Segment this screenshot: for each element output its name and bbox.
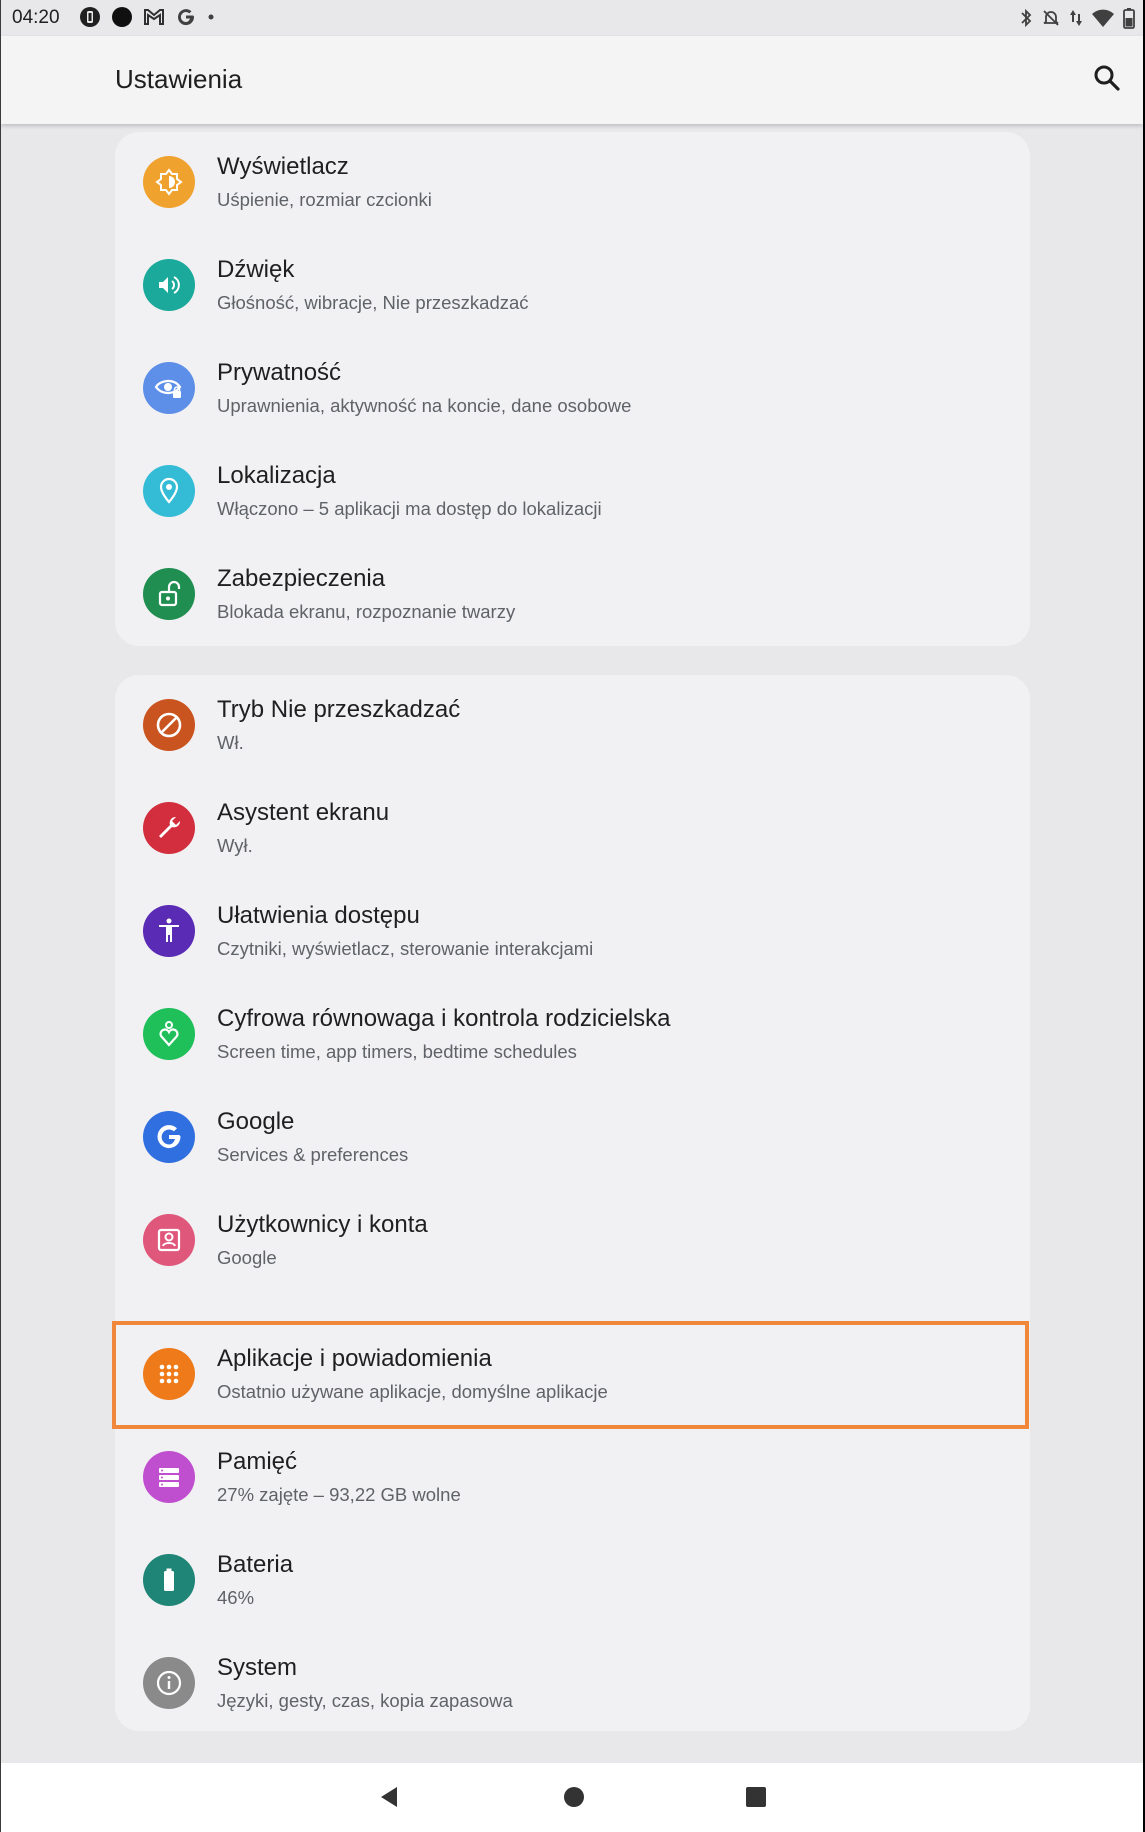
setting-summary: 46%: [217, 1587, 255, 1608]
brightness-icon: [143, 156, 195, 208]
setting-label: Lokalizacja: [217, 462, 336, 489]
setting-summary: Blokada ekranu, rozpoznanie twarzy: [217, 601, 516, 622]
unlock-icon: [143, 568, 195, 620]
setting-label: System: [217, 1654, 298, 1681]
data-arrows-icon: [1069, 8, 1083, 33]
setting-battery[interactable]: Bateria 46%: [115, 1530, 1030, 1633]
do-not-disturb-icon: [143, 699, 195, 751]
setting-label: Użytkownicy i konta: [217, 1211, 428, 1238]
setting-label: Tryb Nie przeszkadzać: [217, 696, 461, 723]
wellbeing-heart-icon: [143, 1008, 195, 1060]
setting-display[interactable]: Wyświetlacz Uśpienie, rozmiar czcionki: [115, 132, 1030, 235]
setting-google[interactable]: Google Services & preferences: [115, 1087, 1030, 1190]
setting-screen-assistant[interactable]: Asystent ekranu Wył.: [115, 778, 1030, 881]
setting-label: Ułatwienia dostępu: [217, 902, 420, 929]
setting-apps-notifications[interactable]: Aplikacje i powiadomienia Ostatnio używa…: [115, 1321, 1030, 1427]
setting-storage[interactable]: Pamięć 27% zajęte – 93,22 GB wolne: [115, 1427, 1030, 1530]
do-not-disturb-bell-icon: [1041, 8, 1061, 33]
circle-icon: [111, 6, 133, 33]
status-right-icons: [1019, 7, 1135, 34]
setting-summary: 27% zajęte – 93,22 GB wolne: [217, 1484, 461, 1505]
setting-summary: Wył.: [217, 835, 253, 856]
status-bar: 04:20: [1, 0, 1143, 36]
battery-full-icon: [143, 1554, 195, 1606]
setting-summary: Services & preferences: [217, 1144, 409, 1165]
back-icon[interactable]: [377, 1785, 401, 1814]
recents-icon[interactable]: [744, 1785, 768, 1814]
setting-label: Cyfrowa równowaga i kontrola rodzicielsk…: [217, 1005, 671, 1032]
navigation-bar: [1, 1763, 1143, 1832]
search-icon[interactable]: [1089, 60, 1125, 96]
setting-sound[interactable]: Dźwięk Głośność, wibracje, Nie przeszkad…: [115, 235, 1030, 338]
home-icon[interactable]: [562, 1785, 586, 1814]
setting-summary: Google: [217, 1247, 277, 1268]
page-title: Ustawienia: [115, 64, 243, 94]
setting-label: Prywatność: [217, 359, 342, 386]
battery-saver-icon: [79, 6, 101, 33]
apps-grid-icon: [143, 1348, 195, 1400]
setting-label: Pamięć: [217, 1448, 298, 1475]
setting-summary: Wł.: [217, 732, 244, 753]
setting-summary: Uprawnienia, aktywność na koncie, dane o…: [217, 395, 632, 416]
status-time: 04:20: [12, 7, 60, 28]
setting-label: Aplikacje i powiadomienia: [217, 1345, 492, 1372]
apps-row-content: Aplikacje i powiadomienia Ostatnio używa…: [115, 1321, 1030, 1427]
battery-icon: [1123, 7, 1135, 34]
setting-label: Wyświetlacz: [217, 153, 349, 180]
setting-do-not-disturb[interactable]: Tryb Nie przeszkadzać Wł.: [115, 675, 1030, 778]
wifi-icon: [1091, 8, 1115, 33]
privacy-eye-icon: [143, 362, 195, 414]
setting-privacy[interactable]: Prywatność Uprawnienia, aktywność na kon…: [115, 338, 1030, 441]
volume-icon: [143, 259, 195, 311]
google-g-icon: [143, 1111, 195, 1163]
setting-location[interactable]: Lokalizacja Włączono – 5 aplikacji ma do…: [115, 441, 1030, 544]
location-pin-icon: [143, 465, 195, 517]
accessibility-icon: [143, 905, 195, 957]
setting-label: Asystent ekranu: [217, 799, 390, 826]
setting-label: Zabezpieczenia: [217, 565, 386, 592]
gmail-icon: [143, 7, 165, 32]
status-left-icons: [79, 6, 215, 33]
settings-group-1: Wyświetlacz Uśpienie, rozmiar czcionki D…: [115, 132, 1030, 646]
setting-system[interactable]: System Języki, gesty, czas, kopia zapaso…: [115, 1633, 1030, 1736]
setting-summary: Czytniki, wyświetlacz, sterowanie intera…: [217, 938, 594, 959]
setting-summary: Języki, gesty, czas, kopia zapasowa: [217, 1690, 513, 1711]
setting-users-accounts[interactable]: Użytkownicy i konta Google: [115, 1190, 1030, 1293]
setting-summary: Głośność, wibracje, Nie przeszkadzać: [217, 292, 529, 313]
bluetooth-icon: [1019, 8, 1033, 33]
setting-summary: Screen time, app timers, bedtime schedul…: [217, 1041, 577, 1062]
settings-screen: 04:20 Ustawienia Wyświetlacz Uśpienie, r…: [0, 0, 1143, 1832]
setting-label: Bateria: [217, 1551, 294, 1578]
setting-label: Dźwięk: [217, 256, 295, 283]
setting-label: Google: [217, 1108, 295, 1135]
account-box-icon: [143, 1214, 195, 1266]
info-icon: [143, 1657, 195, 1709]
google-icon: [175, 6, 197, 33]
storage-icon: [143, 1451, 195, 1503]
setting-summary: Ostatnio używane aplikacje, domyślne apl…: [217, 1381, 608, 1402]
app-bar: Ustawienia: [1, 36, 1143, 124]
dot-icon: [207, 6, 215, 33]
setting-digital-wellbeing[interactable]: Cyfrowa równowaga i kontrola rodzicielsk…: [115, 984, 1030, 1087]
wrench-icon: [143, 802, 195, 854]
setting-security[interactable]: Zabezpieczenia Blokada ekranu, rozpoznan…: [115, 544, 1030, 647]
setting-summary: Uśpienie, rozmiar czcionki: [217, 189, 432, 210]
setting-summary: Włączono – 5 aplikacji ma dostęp do loka…: [217, 498, 602, 519]
setting-accessibility[interactable]: Ułatwienia dostępu Czytniki, wyświetlacz…: [115, 881, 1030, 984]
